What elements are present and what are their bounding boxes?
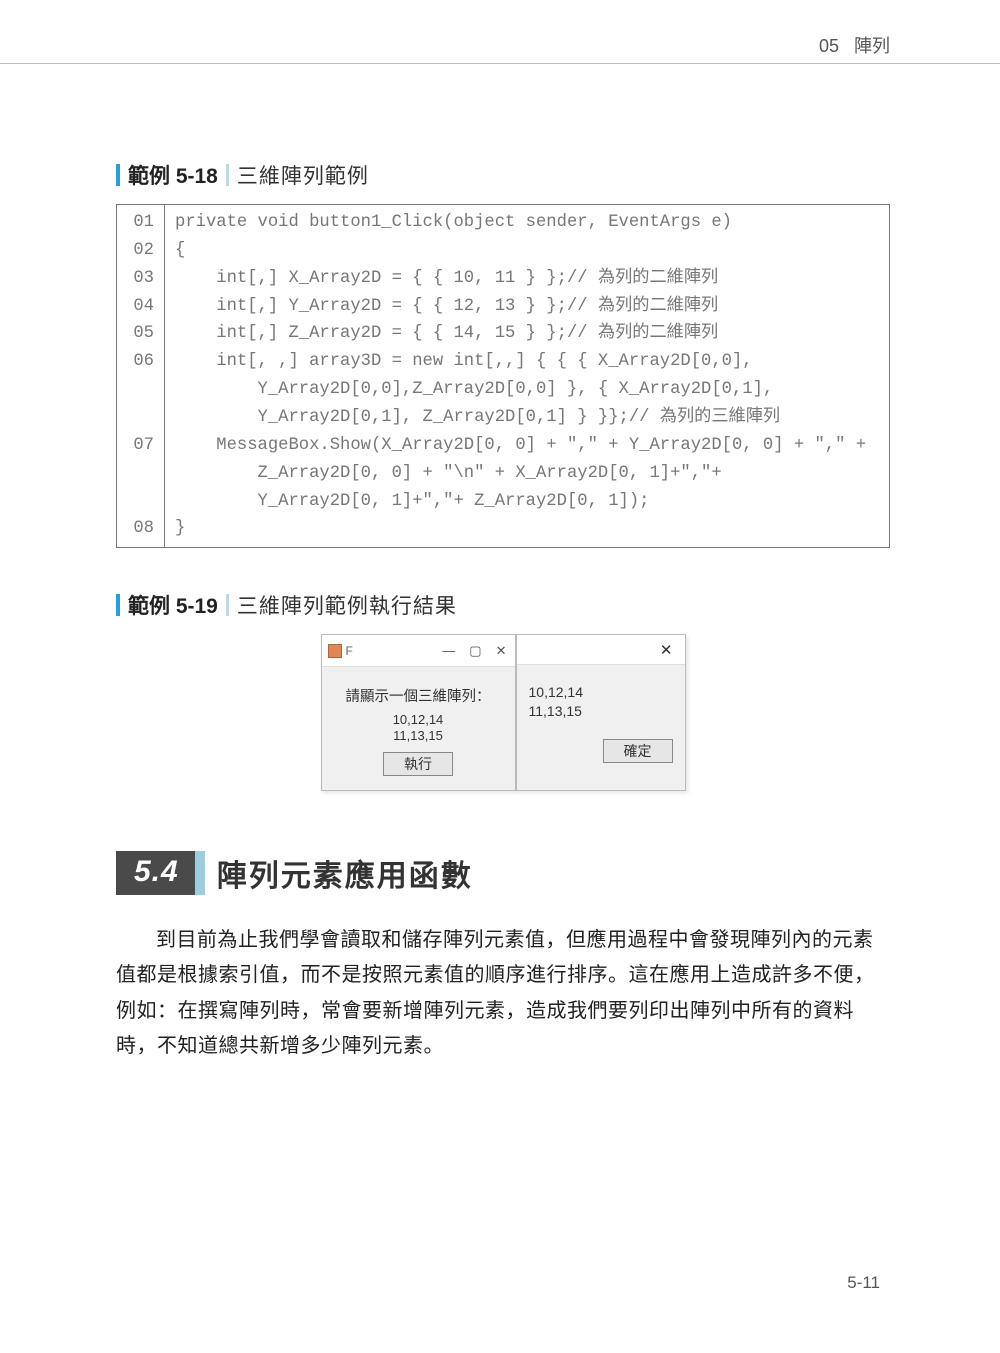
messagebox-titlebar: ✕ xyxy=(517,635,685,665)
close-icon[interactable]: ✕ xyxy=(496,643,507,659)
code-line-text: int[,] X_Array2D = { { 10, 11 } };// 為列的… xyxy=(165,265,718,293)
example-bar-right xyxy=(226,594,229,616)
code-line-text: Y_Array2D[0,1], Z_Array2D[0,1] } }};// 為… xyxy=(165,404,780,432)
chapter-name: 陣列 xyxy=(854,36,890,56)
form-data-line1: 10,12,14 xyxy=(332,712,505,728)
form-data-line2: 11,13,15 xyxy=(332,728,505,744)
section-54-heading: 5.4 陣列元素應用函數 xyxy=(116,851,890,895)
section-accent-bar xyxy=(195,851,205,895)
form-data: 10,12,14 11,13,15 xyxy=(332,712,505,743)
execute-button[interactable]: 執行 xyxy=(383,752,453,776)
code-line-text: int[,] Y_Array2D = { { 12, 13 } };// 為列的… xyxy=(165,293,718,321)
chapter-number: 05 xyxy=(819,36,839,56)
code-line-number xyxy=(117,404,165,432)
code-line: Y_Array2D[0,1], Z_Array2D[0,1] } }};// 為… xyxy=(117,404,889,432)
code-line-text: Y_Array2D[0,0],Z_Array2D[0,0] }, { X_Arr… xyxy=(165,376,773,404)
code-line: 07 MessageBox.Show(X_Array2D[0, 0] + ","… xyxy=(117,432,889,460)
example-bar-left xyxy=(116,594,120,616)
form-prompt: 請顯示一個三維陣列： xyxy=(332,685,505,706)
code-line-text: MessageBox.Show(X_Array2D[0, 0] + "," + … xyxy=(165,432,866,460)
code-line-number: 04 xyxy=(117,293,165,321)
code-line: Y_Array2D[0,0],Z_Array2D[0,0] }, { X_Arr… xyxy=(117,376,889,404)
form-title: F xyxy=(346,644,353,658)
code-line-text: } xyxy=(165,515,185,547)
code-line: Z_Array2D[0, 0] + "\n" + X_Array2D[0, 1]… xyxy=(117,460,889,488)
code-line: 08} xyxy=(117,515,889,547)
app-icon xyxy=(328,644,342,658)
section-number: 5.4 xyxy=(116,851,195,895)
close-icon[interactable]: ✕ xyxy=(660,641,673,659)
example-519-heading: 範例 5-19 三維陣列範例執行結果 xyxy=(116,590,890,620)
ok-button[interactable]: 確定 xyxy=(603,739,673,763)
code-line-text: Y_Array2D[0, 1]+","+ Z_Array2D[0, 1]); xyxy=(165,488,649,516)
code-line-number: 02 xyxy=(117,237,165,265)
messagebox-line2: 11,13,15 xyxy=(529,702,673,721)
code-line-text: Z_Array2D[0, 0] + "\n" + X_Array2D[0, 1]… xyxy=(165,460,722,488)
code-line-number: 03 xyxy=(117,265,165,293)
code-line-number xyxy=(117,460,165,488)
code-line: 02{ xyxy=(117,237,889,265)
messagebox-line1: 10,12,14 xyxy=(529,683,673,702)
example-518-title: 三維陣列範例 xyxy=(237,160,369,190)
code-line-number xyxy=(117,376,165,404)
code-line: 04 int[,] Y_Array2D = { { 12, 13 } };// … xyxy=(117,293,889,321)
example-519-title: 三維陣列範例執行結果 xyxy=(237,590,457,620)
example-518-label: 範例 5-18 xyxy=(128,160,218,190)
code-line-number: 01 xyxy=(117,205,165,237)
code-line-text: int[, ,] array3D = new int[,,] { { { X_A… xyxy=(165,348,753,376)
code-line-text: private void button1_Click(object sender… xyxy=(165,205,732,237)
header-divider xyxy=(0,63,1000,64)
code-listing: 01private void button1_Click(object send… xyxy=(116,204,890,548)
code-line: 01private void button1_Click(object send… xyxy=(117,205,889,237)
messagebox-data: 10,12,14 11,13,15 xyxy=(529,683,673,721)
code-line-number xyxy=(117,488,165,516)
code-line-number: 06 xyxy=(117,348,165,376)
code-line: 06 int[, ,] array3D = new int[,,] { { { … xyxy=(117,348,889,376)
code-line-text: int[,] Z_Array2D = { { 14, 15 } };// 為列的… xyxy=(165,320,718,348)
code-line: 05 int[,] Z_Array2D = { { 14, 15 } };// … xyxy=(117,320,889,348)
example-bar-left xyxy=(116,164,120,186)
maximize-icon[interactable]: ▢ xyxy=(469,643,481,659)
example-bar-right xyxy=(226,164,229,186)
code-line-text: { xyxy=(165,237,185,265)
code-line-number: 05 xyxy=(117,320,165,348)
form-titlebar: F — ▢ ✕ xyxy=(322,635,515,667)
minimize-icon[interactable]: — xyxy=(442,643,455,659)
page-number: 5-11 xyxy=(847,1273,880,1293)
section-paragraph: 到目前為止我們學會讀取和儲存陣列元素值，但應用過程中會發現陣列內的元素值都是根據… xyxy=(116,923,890,1065)
result-illustration: F — ▢ ✕ 請顯示一個三維陣列： 10,12,14 11,13,15 執行 … xyxy=(116,634,890,790)
form-window: F — ▢ ✕ 請顯示一個三維陣列： 10,12,14 11,13,15 執行 xyxy=(321,634,516,790)
code-line-number: 07 xyxy=(117,432,165,460)
header-chapter: 05 陣列 xyxy=(819,32,890,58)
code-line: Y_Array2D[0, 1]+","+ Z_Array2D[0, 1]); xyxy=(117,488,889,516)
code-line-number: 08 xyxy=(117,515,165,547)
code-line: 03 int[,] X_Array2D = { { 10, 11 } };// … xyxy=(117,265,889,293)
section-title: 陣列元素應用函數 xyxy=(205,851,473,895)
example-518-heading: 範例 5-18 三維陣列範例 xyxy=(116,160,890,190)
messagebox-window: ✕ 10,12,14 11,13,15 確定 xyxy=(516,634,686,790)
example-519-label: 範例 5-19 xyxy=(128,590,218,620)
